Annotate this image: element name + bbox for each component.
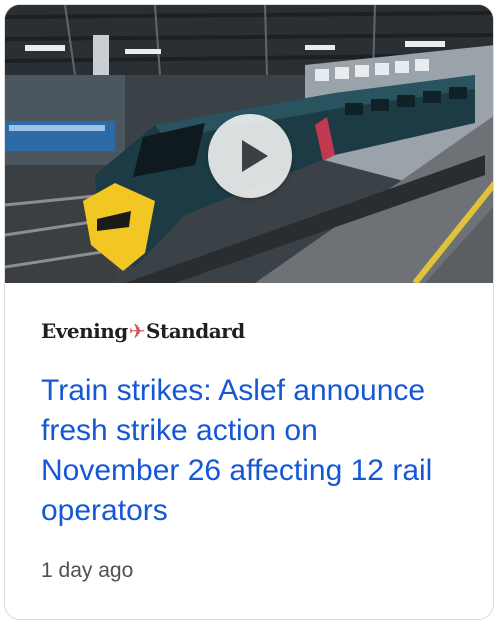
source-logo: Evening✈Standard (41, 319, 245, 343)
news-card[interactable]: Evening✈Standard Train strikes: Aslef an… (4, 4, 494, 620)
source-logo-part2: Standard (146, 319, 245, 343)
play-icon (242, 140, 268, 172)
play-button[interactable] (208, 114, 292, 198)
source-logo-part1: Evening (41, 319, 128, 343)
video-thumbnail[interactable] (5, 5, 493, 283)
timestamp: 1 day ago (41, 559, 134, 582)
source-logo-mark: ✈ (128, 319, 146, 343)
headline-link[interactable]: Train strikes: Aslef announce fresh stri… (41, 371, 461, 531)
